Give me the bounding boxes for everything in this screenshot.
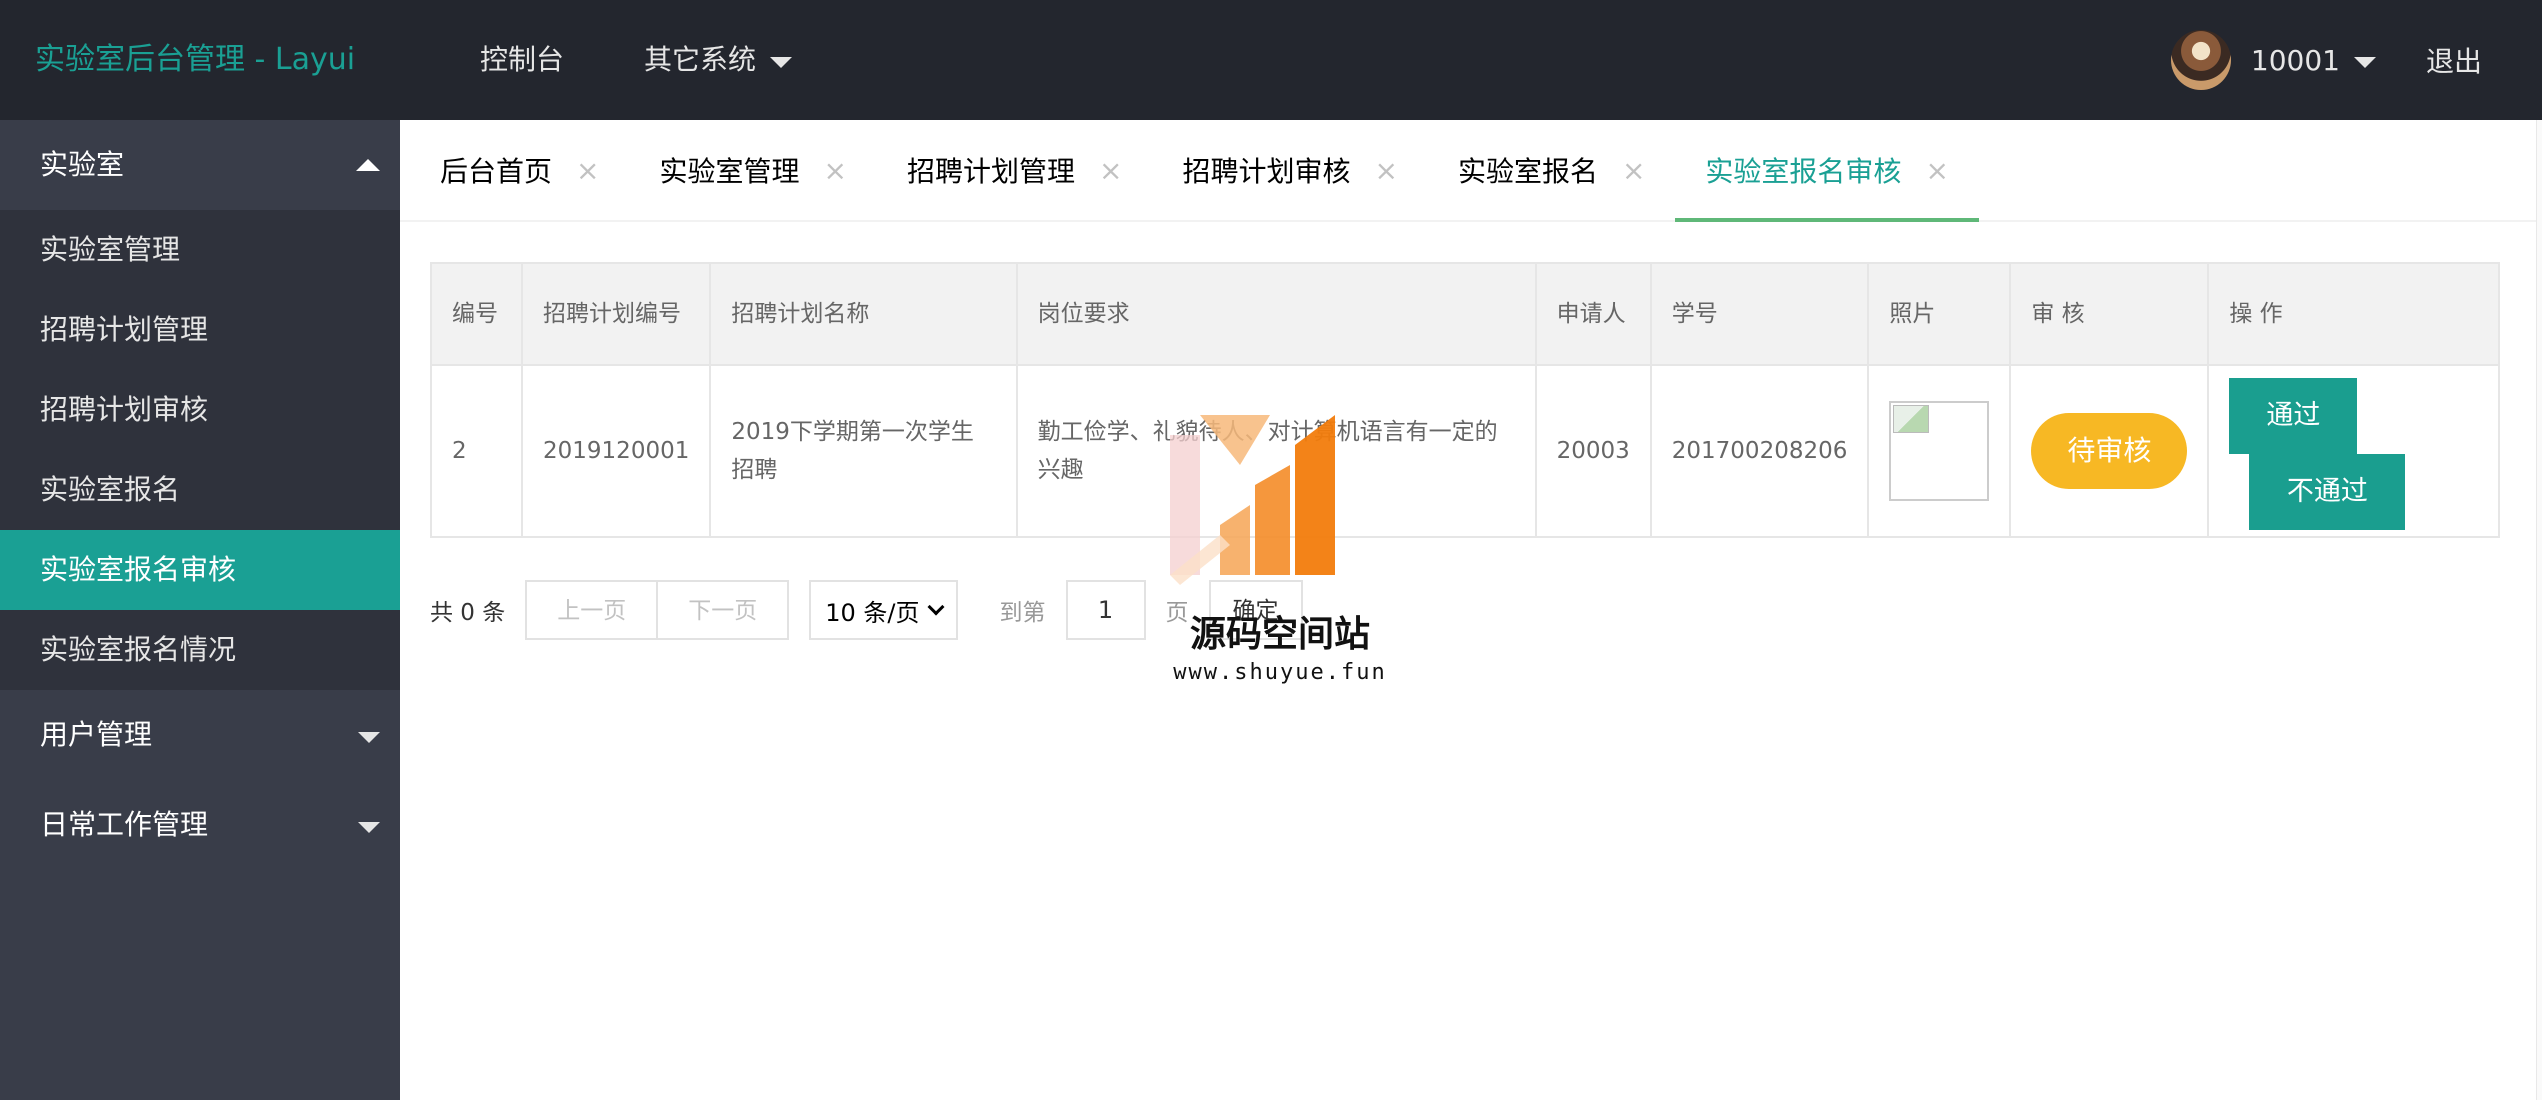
top-header: 实验室后台管理 - Layui 控制台 其它系统 10001 退出 bbox=[0, 0, 2542, 120]
cell-plan-name: 2019下学期第一次学生招聘 bbox=[709, 364, 1018, 538]
close-icon[interactable]: × bbox=[1925, 154, 1948, 187]
tab-lab-manage[interactable]: 实验室管理 × bbox=[659, 120, 846, 220]
tab-recruit-plan[interactable]: 招聘计划管理 × bbox=[907, 120, 1122, 220]
cell-photo bbox=[1867, 364, 2012, 538]
cell-review: 待审核 bbox=[2009, 364, 2210, 538]
close-icon[interactable]: × bbox=[824, 154, 847, 187]
sidebar-group-label: 日常工作管理 bbox=[40, 808, 209, 841]
app-logo[interactable]: 实验室后台管理 - Layui bbox=[35, 0, 355, 120]
cell-plan-no: 2019120001 bbox=[521, 364, 712, 538]
table-header-row: 编号 招聘计划编号 招聘计划名称 岗位要求 申请人 学号 照片 审 核 操 作 bbox=[429, 262, 2500, 366]
chevron-down-icon bbox=[358, 731, 380, 743]
user-menu[interactable]: 10001 bbox=[2251, 44, 2376, 77]
tab-label: 实验室管理 bbox=[659, 155, 800, 188]
tab-label: 招聘计划审核 bbox=[1182, 155, 1351, 188]
user-name: 10001 bbox=[2250, 43, 2340, 77]
tab-signup-review[interactable]: 实验室报名审核 × bbox=[1675, 120, 1980, 222]
pass-button[interactable]: 通过 bbox=[2229, 378, 2358, 454]
user-area: 10001 退出 bbox=[2170, 0, 2482, 120]
tab-label: 实验室报名 bbox=[1457, 155, 1598, 188]
sidebar-item-lab-manage[interactable]: 实验室管理 bbox=[0, 210, 400, 290]
goto-label: 到第 bbox=[999, 600, 1046, 626]
tab-lab-signup[interactable]: 实验室报名 × bbox=[1458, 120, 1645, 220]
pagination: 共 0 条 上一页 下一页 10 条/页 到第 页 确定 bbox=[430, 580, 1303, 640]
sidebar-item-recruit-plan[interactable]: 招聘计划管理 bbox=[0, 290, 400, 370]
col-header-id[interactable]: 编号 bbox=[429, 262, 524, 366]
logout-link[interactable]: 退出 bbox=[2426, 40, 2482, 80]
sidebar-group-label: 实验室 bbox=[40, 148, 125, 181]
pager-count: 共 0 条 bbox=[430, 600, 506, 626]
col-header-applicant[interactable]: 申请人 bbox=[1534, 262, 1652, 366]
watermark-url: www.shuyue.fun bbox=[1173, 660, 1387, 685]
cell-student-no: 201700208206 bbox=[1649, 364, 1870, 538]
close-icon[interactable]: × bbox=[576, 154, 599, 187]
status-badge: 待审核 bbox=[2031, 413, 2188, 489]
tab-home[interactable]: 后台首页 × bbox=[440, 120, 599, 220]
col-header-review[interactable]: 审 核 bbox=[2009, 262, 2210, 366]
close-icon[interactable]: × bbox=[1622, 154, 1645, 187]
sidebar-item-signup-status[interactable]: 实验室报名情况 bbox=[0, 610, 400, 690]
sidebar-submenu: 实验室管理 招聘计划管理 招聘计划审核 实验室报名 实验室报名审核 实验室报名情… bbox=[0, 210, 400, 690]
sidebar-group-lab[interactable]: 实验室 bbox=[0, 120, 400, 210]
col-header-plan-name[interactable]: 招聘计划名称 bbox=[709, 262, 1018, 366]
table-row: 2 2019120001 2019下学期第一次学生招聘 勤工俭学、礼貌待人、对计… bbox=[429, 364, 2500, 538]
cell-applicant: 20003 bbox=[1534, 364, 1652, 538]
sidebar-group-users[interactable]: 用户管理 bbox=[0, 690, 400, 780]
prev-page-button[interactable]: 上一页 bbox=[525, 580, 659, 640]
signup-review-table: 编号 招聘计划编号 招聘计划名称 岗位要求 申请人 学号 照片 审 核 操 作 … bbox=[429, 262, 2500, 538]
close-icon[interactable]: × bbox=[1099, 154, 1122, 187]
tab-label: 后台首页 bbox=[440, 155, 553, 188]
sidebar-item-lab-signup[interactable]: 实验室报名 bbox=[0, 450, 400, 530]
fail-button[interactable]: 不通过 bbox=[2249, 454, 2406, 530]
col-header-student-no[interactable]: 学号 bbox=[1649, 262, 1870, 366]
tab-recruit-review[interactable]: 招聘计划审核 × bbox=[1182, 120, 1397, 220]
cell-requirement: 勤工俭学、礼貌待人、对计算机语言有一定的兴趣 bbox=[1015, 364, 1537, 538]
nav-other-systems[interactable]: 其它系统 bbox=[644, 0, 793, 120]
col-header-plan-no[interactable]: 招聘计划编号 bbox=[521, 262, 712, 366]
scrollbar[interactable] bbox=[2536, 120, 2542, 1100]
chevron-down-icon bbox=[358, 821, 380, 833]
photo-image[interactable] bbox=[1889, 401, 1990, 501]
nav-other-systems-label: 其它系统 bbox=[644, 43, 757, 76]
chevron-down-icon bbox=[927, 598, 945, 616]
nav-console[interactable]: 控制台 bbox=[480, 0, 564, 120]
tab-label: 实验室报名审核 bbox=[1705, 155, 1902, 188]
sidebar-group-label: 用户管理 bbox=[40, 718, 153, 751]
chevron-down-icon bbox=[770, 56, 793, 68]
sidebar-group-daily-work[interactable]: 日常工作管理 bbox=[0, 780, 400, 870]
page-unit-label: 页 bbox=[1165, 600, 1189, 626]
page-number-input[interactable] bbox=[1065, 580, 1146, 640]
sidebar-item-recruit-review[interactable]: 招聘计划审核 bbox=[0, 370, 400, 450]
col-header-requirement[interactable]: 岗位要求 bbox=[1015, 262, 1537, 366]
next-page-button[interactable]: 下一页 bbox=[658, 580, 790, 640]
chevron-down-icon bbox=[2353, 56, 2376, 68]
page-size-select[interactable]: 10 条/页 bbox=[809, 580, 958, 640]
avatar[interactable] bbox=[2170, 30, 2231, 90]
chevron-up-icon bbox=[356, 159, 380, 171]
col-header-photo[interactable]: 照片 bbox=[1867, 262, 2012, 366]
sidebar: 实验室 实验室管理 招聘计划管理 招聘计划审核 实验室报名 实验室报名审核 实验… bbox=[0, 120, 400, 1100]
goto-confirm-button[interactable]: 确定 bbox=[1208, 580, 1303, 640]
cell-id: 2 bbox=[429, 364, 524, 538]
tab-bar: 后台首页 × 实验室管理 × 招聘计划管理 × 招聘计划审核 × 实验室报名 × 实验室报… bbox=[400, 120, 2542, 222]
tab-label: 招聘计划管理 bbox=[906, 155, 1075, 188]
sidebar-item-signup-review[interactable]: 实验室报名审核 bbox=[0, 530, 400, 610]
cell-action: 通过 不通过 bbox=[2207, 364, 2500, 538]
page-size-value: 10 条/页 bbox=[825, 598, 920, 627]
close-icon[interactable]: × bbox=[1374, 154, 1397, 187]
col-header-action[interactable]: 操 作 bbox=[2207, 262, 2500, 366]
top-nav: 控制台 其它系统 bbox=[480, 0, 872, 120]
nav-console-label: 控制台 bbox=[480, 43, 565, 76]
